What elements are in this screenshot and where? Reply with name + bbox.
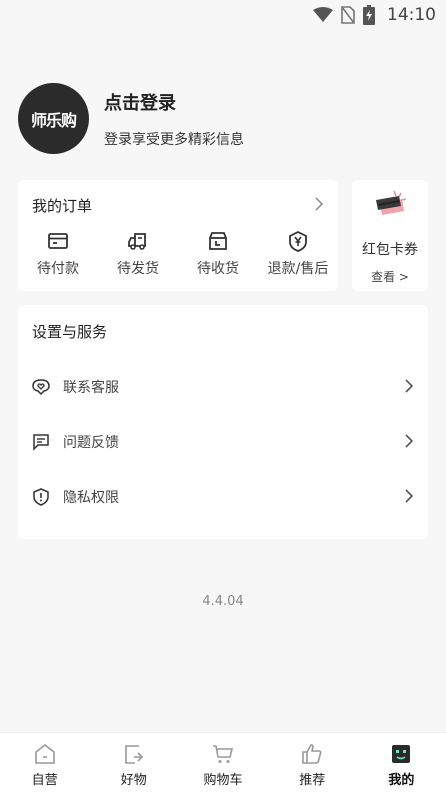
status-time: 14:10 bbox=[387, 5, 436, 25]
nav-label: 推荐 bbox=[299, 773, 326, 788]
settings-title: 设置与服务 bbox=[32, 323, 108, 341]
orders-header[interactable]: 我的订单 bbox=[18, 180, 338, 230]
thumbs-up-icon bbox=[302, 744, 322, 764]
nav-tab-recommend[interactable]: 推荐 bbox=[268, 733, 357, 794]
coupon-card[interactable]: 红包卡券 查看 > bbox=[352, 180, 428, 291]
status-bar: 14:10 bbox=[0, 0, 446, 30]
coupon-view-link[interactable]: 查看 > bbox=[371, 268, 409, 285]
orders-card: 我的订单 待付款 待发货 待收货 退款/售后 bbox=[18, 180, 338, 291]
order-refund-aftersale[interactable]: 退款/售后 bbox=[258, 230, 338, 278]
battery-icon bbox=[363, 5, 375, 25]
order-item-label: 待发货 bbox=[117, 261, 159, 277]
order-item-label: 退款/售后 bbox=[267, 261, 329, 277]
nav-tab-goods[interactable]: 好物 bbox=[89, 733, 178, 794]
settings-item-feedback[interactable]: 问题反馈 bbox=[18, 422, 428, 462]
profile-header[interactable]: 师乐购 点击登录 登录享受更多精彩信息 bbox=[18, 83, 244, 154]
nav-label: 购物车 bbox=[203, 773, 243, 788]
avatar[interactable]: 师乐购 bbox=[18, 83, 89, 154]
wifi-icon bbox=[313, 7, 333, 22]
nav-label: 我的 bbox=[388, 773, 415, 788]
order-pending-payment[interactable]: 待付款 bbox=[18, 230, 98, 278]
no-sim-icon bbox=[341, 6, 355, 24]
chevron-right-icon bbox=[404, 378, 414, 397]
coupon-ticket-icon bbox=[376, 190, 407, 215]
login-title[interactable]: 点击登录 bbox=[104, 89, 244, 115]
coupon-title: 红包卡券 bbox=[362, 242, 418, 258]
order-item-label: 待付款 bbox=[37, 261, 79, 277]
profile-face-icon bbox=[392, 745, 411, 763]
settings-item-contact-support[interactable]: 联系客服 bbox=[18, 367, 428, 407]
nav-tab-cart[interactable]: 购物车 bbox=[178, 733, 267, 794]
orders-title: 我的订单 bbox=[32, 196, 93, 215]
chevron-right-icon bbox=[404, 488, 414, 507]
order-item-label: 待收货 bbox=[197, 261, 239, 277]
order-pending-shipment[interactable]: 待发货 bbox=[98, 230, 178, 278]
settings-item-label: 隐私权限 bbox=[63, 490, 119, 506]
yen-shield-icon bbox=[289, 230, 307, 252]
chevron-right-icon bbox=[314, 196, 324, 215]
login-subtitle: 登录享受更多精彩信息 bbox=[104, 131, 244, 148]
app-version: 4.4.04 bbox=[202, 594, 244, 609]
share-icon bbox=[124, 745, 143, 764]
chevron-right-icon bbox=[404, 433, 414, 452]
cart-icon bbox=[213, 745, 234, 763]
shield-alert-icon bbox=[33, 488, 49, 506]
nav-label: 好物 bbox=[120, 773, 147, 788]
order-pending-receipt[interactable]: 待收货 bbox=[178, 230, 258, 278]
heart-chat-icon bbox=[32, 379, 50, 396]
bottom-nav: 自营 好物 购物车 推荐 我的 bbox=[0, 732, 446, 794]
nav-tab-mine[interactable]: 我的 bbox=[357, 733, 446, 794]
settings-card: 设置与服务 联系客服 问题反馈 隐私权限 bbox=[18, 305, 428, 539]
message-icon bbox=[33, 434, 49, 451]
card-icon bbox=[48, 233, 68, 249]
box-icon bbox=[209, 232, 227, 250]
truck-icon bbox=[128, 233, 146, 250]
avatar-logo-text: 师乐购 bbox=[30, 110, 77, 130]
settings-item-privacy[interactable]: 隐私权限 bbox=[18, 477, 428, 517]
nav-label: 自营 bbox=[31, 773, 58, 788]
home-icon bbox=[34, 743, 55, 764]
settings-item-label: 联系客服 bbox=[63, 380, 119, 396]
nav-tab-self-operated[interactable]: 自营 bbox=[0, 733, 89, 794]
settings-item-label: 问题反馈 bbox=[63, 435, 119, 451]
